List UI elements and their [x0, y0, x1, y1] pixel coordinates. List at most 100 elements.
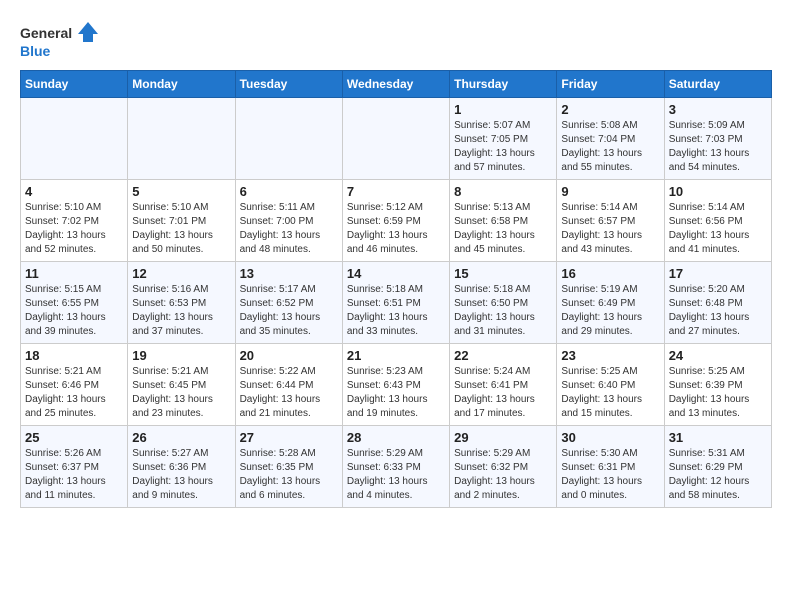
day-info: Sunrise: 5:08 AMSunset: 7:04 PMDaylight:… — [561, 119, 659, 175]
calendar-cell: 13 Sunrise: 5:17 AMSunset: 6:52 PMDayligh… — [235, 262, 342, 344]
week-row-1: 1Sunrise: 5:07 AMSunset: 7:05 PMDaylight… — [21, 98, 772, 180]
day-number: 12 — [132, 266, 230, 281]
day-info: Sunrise: 5:11 AMSunset: 7:00 PMDaylight:… — [240, 201, 338, 257]
day-info: Sunrise: 5:25 AMSunset: 6:40 PMDaylight:… — [561, 365, 659, 421]
day-info: Sunrise: 5:10 AMSunset: 7:02 PMDaylight:… — [25, 201, 123, 257]
day-number: 26 — [132, 430, 230, 445]
calendar-cell: 27 Sunrise: 5:28 AMSunset: 6:35 PMDayligh… — [235, 426, 342, 508]
header: General Blue — [20, 20, 772, 60]
day-info: Sunrise: 5:21 AMSunset: 6:45 PMDaylight:… — [132, 365, 230, 421]
day-info: Sunrise: 5:10 AMSunset: 7:01 PMDaylight:… — [132, 201, 230, 257]
calendar-cell — [21, 98, 128, 180]
calendar-cell: 8 Sunrise: 5:13 AMSunset: 6:58 PMDaylight… — [450, 180, 557, 262]
day-header-friday: Friday — [557, 71, 664, 98]
day-info: Sunrise: 5:30 AMSunset: 6:31 PMDaylight:… — [561, 447, 659, 503]
calendar-cell: 29Sunrise: 5:29 AMSunset: 6:32 PMDayligh… — [450, 426, 557, 508]
day-header-tuesday: Tuesday — [235, 71, 342, 98]
calendar-cell: 3 Sunrise: 5:09 AMSunset: 7:03 PMDaylight… — [664, 98, 771, 180]
calendar-cell: 19 Sunrise: 5:21 AMSunset: 6:45 PMDayligh… — [128, 344, 235, 426]
day-number: 13 — [240, 266, 338, 281]
calendar-cell: 11Sunrise: 5:15 AMSunset: 6:55 PMDayligh… — [21, 262, 128, 344]
day-info: Sunrise: 5:07 AMSunset: 7:05 PMDaylight:… — [454, 119, 552, 175]
day-headers-row: SundayMondayTuesdayWednesdayThursdayFrid… — [21, 71, 772, 98]
day-info: Sunrise: 5:18 AMSunset: 6:51 PMDaylight:… — [347, 283, 445, 339]
day-info: Sunrise: 5:16 AMSunset: 6:53 PMDaylight:… — [132, 283, 230, 339]
logo-svg: General Blue — [20, 20, 100, 60]
day-header-wednesday: Wednesday — [342, 71, 449, 98]
day-number: 4 — [25, 184, 123, 199]
day-info: Sunrise: 5:28 AMSunset: 6:35 PMDaylight:… — [240, 447, 338, 503]
day-number: 7 — [347, 184, 445, 199]
day-number: 19 — [132, 348, 230, 363]
day-number: 11 — [25, 266, 123, 281]
day-info: Sunrise: 5:25 AMSunset: 6:39 PMDaylight:… — [669, 365, 767, 421]
svg-text:Blue: Blue — [20, 43, 51, 59]
day-number: 23 — [561, 348, 659, 363]
calendar-cell: 21Sunrise: 5:23 AMSunset: 6:43 PMDayligh… — [342, 344, 449, 426]
calendar-cell: 7 Sunrise: 5:12 AMSunset: 6:59 PMDaylight… — [342, 180, 449, 262]
calendar-cell: 26Sunrise: 5:27 AMSunset: 6:36 PMDayligh… — [128, 426, 235, 508]
calendar-cell: 10 Sunrise: 5:14 AMSunset: 6:56 PMDayligh… — [664, 180, 771, 262]
week-row-2: 4 Sunrise: 5:10 AMSunset: 7:02 PMDaylight… — [21, 180, 772, 262]
calendar-cell: 9Sunrise: 5:14 AMSunset: 6:57 PMDaylight… — [557, 180, 664, 262]
day-number: 15 — [454, 266, 552, 281]
day-number: 20 — [240, 348, 338, 363]
calendar-cell — [235, 98, 342, 180]
week-row-3: 11Sunrise: 5:15 AMSunset: 6:55 PMDayligh… — [21, 262, 772, 344]
day-number: 8 — [454, 184, 552, 199]
calendar-cell: 23 Sunrise: 5:25 AMSunset: 6:40 PMDayligh… — [557, 344, 664, 426]
day-number: 9 — [561, 184, 659, 199]
day-number: 27 — [240, 430, 338, 445]
day-info: Sunrise: 5:17 AMSunset: 6:52 PMDaylight:… — [240, 283, 338, 339]
day-info: Sunrise: 5:09 AMSunset: 7:03 PMDaylight:… — [669, 119, 767, 175]
calendar-cell: 24 Sunrise: 5:25 AMSunset: 6:39 PMDayligh… — [664, 344, 771, 426]
day-info: Sunrise: 5:18 AMSunset: 6:50 PMDaylight:… — [454, 283, 552, 339]
calendar-cell: 30 Sunrise: 5:30 AMSunset: 6:31 PMDayligh… — [557, 426, 664, 508]
calendar-cell: 2 Sunrise: 5:08 AMSunset: 7:04 PMDaylight… — [557, 98, 664, 180]
day-number: 22 — [454, 348, 552, 363]
calendar-cell: 6 Sunrise: 5:11 AMSunset: 7:00 PMDaylight… — [235, 180, 342, 262]
day-info: Sunrise: 5:20 AMSunset: 6:48 PMDaylight:… — [669, 283, 767, 339]
day-number: 14 — [347, 266, 445, 281]
day-header-saturday: Saturday — [664, 71, 771, 98]
calendar-cell: 28Sunrise: 5:29 AMSunset: 6:33 PMDayligh… — [342, 426, 449, 508]
week-row-5: 25Sunrise: 5:26 AMSunset: 6:37 PMDayligh… — [21, 426, 772, 508]
calendar-cell: 15 Sunrise: 5:18 AMSunset: 6:50 PMDayligh… — [450, 262, 557, 344]
day-number: 29 — [454, 430, 552, 445]
day-header-monday: Monday — [128, 71, 235, 98]
day-info: Sunrise: 5:31 AMSunset: 6:29 PMDaylight:… — [669, 447, 767, 503]
day-number: 10 — [669, 184, 767, 199]
day-info: Sunrise: 5:14 AMSunset: 6:56 PMDaylight:… — [669, 201, 767, 257]
day-info: Sunrise: 5:13 AMSunset: 6:58 PMDaylight:… — [454, 201, 552, 257]
calendar-cell: 17 Sunrise: 5:20 AMSunset: 6:48 PMDayligh… — [664, 262, 771, 344]
calendar-cell: 5Sunrise: 5:10 AMSunset: 7:01 PMDaylight… — [128, 180, 235, 262]
day-number: 2 — [561, 102, 659, 117]
calendar-cell: 1Sunrise: 5:07 AMSunset: 7:05 PMDaylight… — [450, 98, 557, 180]
calendar-cell: 31Sunrise: 5:31 AMSunset: 6:29 PMDayligh… — [664, 426, 771, 508]
calendar-cell: 12 Sunrise: 5:16 AMSunset: 6:53 PMDayligh… — [128, 262, 235, 344]
day-number: 3 — [669, 102, 767, 117]
day-number: 16 — [561, 266, 659, 281]
day-info: Sunrise: 5:12 AMSunset: 6:59 PMDaylight:… — [347, 201, 445, 257]
calendar-cell — [128, 98, 235, 180]
day-info: Sunrise: 5:19 AMSunset: 6:49 PMDaylight:… — [561, 283, 659, 339]
day-number: 18 — [25, 348, 123, 363]
day-number: 24 — [669, 348, 767, 363]
calendar-table: SundayMondayTuesdayWednesdayThursdayFrid… — [20, 70, 772, 508]
calendar-cell — [342, 98, 449, 180]
day-info: Sunrise: 5:24 AMSunset: 6:41 PMDaylight:… — [454, 365, 552, 421]
week-row-4: 18Sunrise: 5:21 AMSunset: 6:46 PMDayligh… — [21, 344, 772, 426]
day-number: 17 — [669, 266, 767, 281]
day-header-sunday: Sunday — [21, 71, 128, 98]
svg-text:General: General — [20, 25, 72, 41]
day-number: 6 — [240, 184, 338, 199]
calendar-cell: 18Sunrise: 5:21 AMSunset: 6:46 PMDayligh… — [21, 344, 128, 426]
day-info: Sunrise: 5:23 AMSunset: 6:43 PMDaylight:… — [347, 365, 445, 421]
calendar-cell: 16 Sunrise: 5:19 AMSunset: 6:49 PMDayligh… — [557, 262, 664, 344]
calendar-cell: 25Sunrise: 5:26 AMSunset: 6:37 PMDayligh… — [21, 426, 128, 508]
day-number: 25 — [25, 430, 123, 445]
day-number: 30 — [561, 430, 659, 445]
calendar-cell: 22 Sunrise: 5:24 AMSunset: 6:41 PMDayligh… — [450, 344, 557, 426]
calendar-cell: 14 Sunrise: 5:18 AMSunset: 6:51 PMDayligh… — [342, 262, 449, 344]
day-number: 28 — [347, 430, 445, 445]
